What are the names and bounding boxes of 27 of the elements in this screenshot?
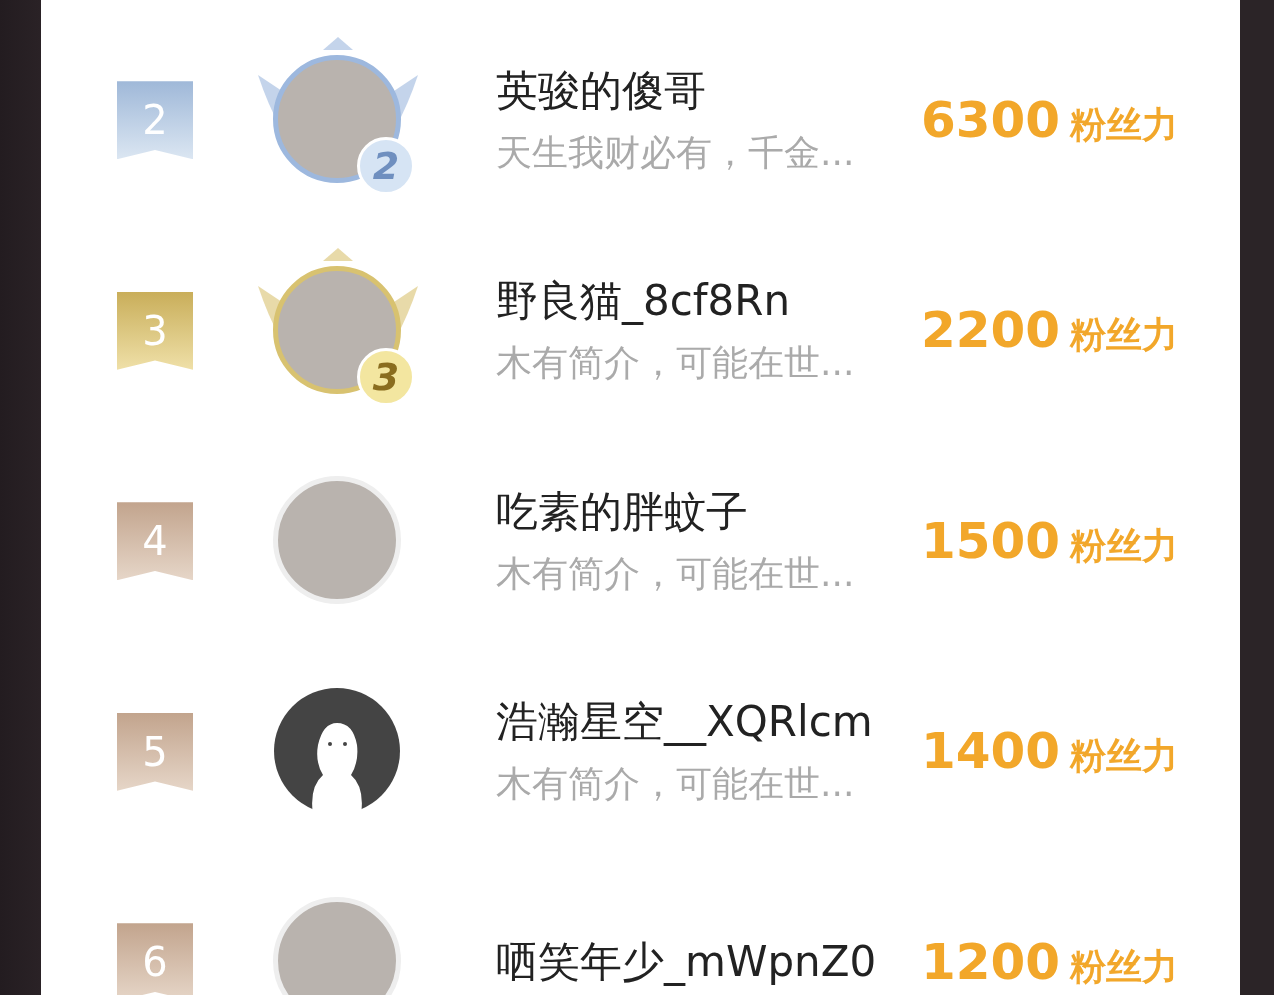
score-unit: 粉丝力 bbox=[1070, 102, 1179, 147]
score-value: 1500 bbox=[921, 511, 1061, 570]
score-value: 2200 bbox=[921, 301, 1061, 360]
rank-badge: 3 bbox=[117, 291, 193, 370]
user-name[interactable]: 哂笑年少_mWpnZ0 bbox=[496, 934, 896, 991]
user-name[interactable]: 英骏的傻哥 bbox=[496, 62, 896, 119]
rank-badge: 2 bbox=[117, 81, 193, 160]
rank-badge: 6 bbox=[117, 923, 193, 995]
user-name[interactable]: 吃素的胖蚊子 bbox=[496, 483, 896, 540]
score-unit: 粉丝力 bbox=[1070, 944, 1179, 989]
user-bio: 天生我财必有，千金... bbox=[496, 130, 856, 175]
user-bio: 木有简介，可能在世... bbox=[496, 551, 856, 596]
user-name[interactable]: 野良猫_8cf8Rn bbox=[496, 273, 896, 330]
score-unit: 粉丝力 bbox=[1070, 734, 1179, 779]
score-value: 1200 bbox=[921, 932, 1061, 991]
crown-icon bbox=[323, 37, 353, 51]
rank-badge: 5 bbox=[117, 712, 193, 791]
user-bio: 木有简介，可能在世... bbox=[496, 762, 856, 807]
score-value: 1400 bbox=[921, 722, 1061, 781]
crown-icon bbox=[323, 247, 353, 261]
score-value: 6300 bbox=[921, 90, 1061, 149]
rank-badge: 4 bbox=[117, 502, 193, 581]
user-bio: 木有简介，可能在世... bbox=[496, 341, 856, 386]
score-unit: 粉丝力 bbox=[1070, 313, 1179, 358]
score-unit: 粉丝力 bbox=[1070, 523, 1179, 568]
rank-medal: 3 bbox=[357, 347, 415, 406]
user-name[interactable]: 浩瀚星空__XQRlcm bbox=[496, 694, 896, 751]
